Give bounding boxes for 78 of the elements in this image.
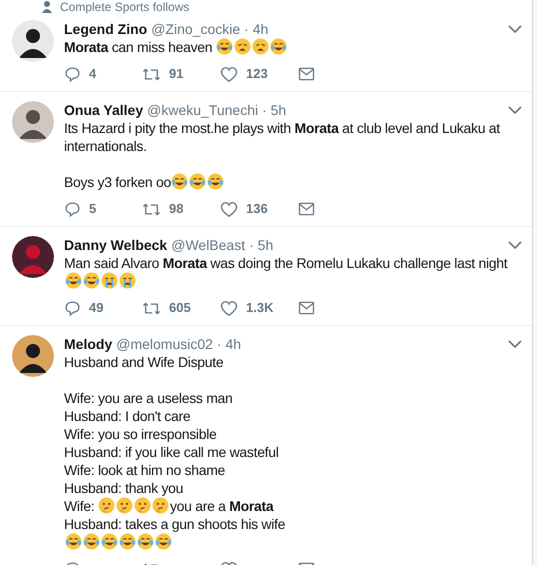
laughing-face-icon bbox=[82, 272, 100, 289]
laughing-face-icon bbox=[216, 38, 234, 55]
retweet-icon bbox=[142, 200, 161, 218]
laughing-face-icon bbox=[154, 533, 172, 550]
laughing-face-icon bbox=[118, 533, 136, 550]
crying-face-icon bbox=[118, 272, 136, 289]
user-handle[interactable]: @WelBeast bbox=[171, 236, 246, 254]
tweet-text: Its Hazard i pity the most.he plays with Morata at club level and Lukaku at internationals. bbox=[64, 120, 500, 154]
mail-icon bbox=[298, 202, 315, 216]
tweet-text: Husband: if you like call me wasteful bbox=[64, 444, 279, 460]
tweet-time[interactable]: · 4h bbox=[216, 335, 242, 353]
tweet-text: Boys y3 forken oo bbox=[64, 174, 171, 190]
avatar[interactable] bbox=[12, 335, 54, 377]
laughing-face-icon bbox=[64, 533, 82, 550]
avatar[interactable] bbox=[12, 236, 54, 278]
tweet-text: Husband: takes a gun shoots his wife bbox=[64, 516, 286, 532]
user-name[interactable]: Onua Yalley bbox=[64, 101, 144, 119]
thinking-face-icon bbox=[116, 497, 134, 514]
tweet-text: Husband: I don't care bbox=[64, 408, 190, 424]
heart-icon bbox=[220, 300, 238, 316]
user-handle[interactable]: @Zino_cockie bbox=[151, 20, 240, 38]
chevron-down-icon[interactable] bbox=[508, 106, 522, 114]
user-name[interactable]: Legend Zino bbox=[64, 20, 148, 38]
user-name[interactable]: Melody bbox=[64, 335, 112, 353]
tweet-text: Man said Alvaro Morata was doing the Romelu Lukaku challenge last night bbox=[64, 255, 508, 271]
chevron-down-icon[interactable] bbox=[508, 340, 522, 348]
laughing-face-icon bbox=[270, 38, 288, 55]
reply-icon bbox=[64, 200, 81, 218]
laughing-face-icon bbox=[207, 173, 224, 190]
laughing-face-icon bbox=[64, 272, 82, 289]
reply-button[interactable]: 49 bbox=[64, 298, 142, 318]
like-button[interactable]: 123 bbox=[220, 64, 298, 84]
retweet-button[interactable]: 98 bbox=[142, 199, 220, 219]
mail-icon bbox=[298, 67, 315, 81]
user-handle[interactable]: @melomusic02 bbox=[116, 335, 213, 353]
thinking-face-icon bbox=[134, 497, 152, 514]
avatar[interactable] bbox=[12, 20, 54, 62]
heart-icon bbox=[220, 66, 238, 82]
tweet-text: Husband and Wife Dispute bbox=[64, 354, 224, 370]
retweet-button[interactable]: 91 bbox=[142, 64, 220, 84]
weary-face-icon bbox=[252, 38, 270, 55]
laughing-face-icon bbox=[100, 533, 118, 550]
tweet-text: you are a Morata bbox=[170, 498, 274, 514]
crying-face-icon bbox=[100, 272, 118, 289]
reply-button[interactable]: 4 bbox=[64, 64, 142, 84]
reply-icon bbox=[64, 300, 81, 316]
reply-icon bbox=[64, 66, 81, 82]
user-name[interactable]: Danny Welbeck bbox=[64, 236, 168, 254]
thinking-face-icon bbox=[98, 497, 116, 514]
tweet-text: Wife: you so irresponsible bbox=[64, 426, 216, 442]
person-icon bbox=[42, 1, 52, 13]
laughing-face-icon bbox=[171, 173, 188, 190]
reply-button[interactable]: 5 bbox=[64, 199, 142, 219]
context-text: Complete Sports follows bbox=[60, 0, 190, 14]
tweet-text: Morata can miss heaven bbox=[64, 39, 214, 55]
laughing-face-icon bbox=[82, 533, 100, 550]
chevron-down-icon[interactable] bbox=[508, 240, 522, 250]
weary-face-icon bbox=[234, 38, 252, 55]
tweet-text: Husband: thank you bbox=[64, 480, 184, 496]
laughing-face-icon bbox=[189, 173, 206, 190]
heart-icon bbox=[220, 200, 238, 218]
mail-icon bbox=[298, 301, 315, 315]
laughing-face-icon bbox=[136, 533, 154, 550]
tweet-text: Wife: you are a useless man bbox=[64, 390, 233, 406]
tweet-time[interactable]: · 5h bbox=[262, 101, 286, 119]
tweet-text: Wife: look at him no shame bbox=[64, 462, 226, 478]
user-handle[interactable]: @kweku_Tunechi bbox=[147, 101, 258, 119]
tweet-time[interactable]: · 5h bbox=[249, 236, 274, 254]
thinking-face-icon bbox=[152, 497, 170, 514]
chevron-down-icon[interactable] bbox=[508, 24, 522, 34]
retweet-icon bbox=[142, 66, 161, 82]
retweet-button[interactable]: 605 bbox=[142, 298, 220, 318]
tweet-text: Wife: bbox=[64, 498, 96, 514]
like-button[interactable]: 1.3K bbox=[220, 298, 298, 318]
like-button[interactable]: 136 bbox=[220, 199, 298, 219]
tweet-time[interactable]: · 4h bbox=[244, 20, 268, 38]
avatar[interactable] bbox=[12, 101, 54, 143]
retweet-icon bbox=[142, 300, 161, 316]
